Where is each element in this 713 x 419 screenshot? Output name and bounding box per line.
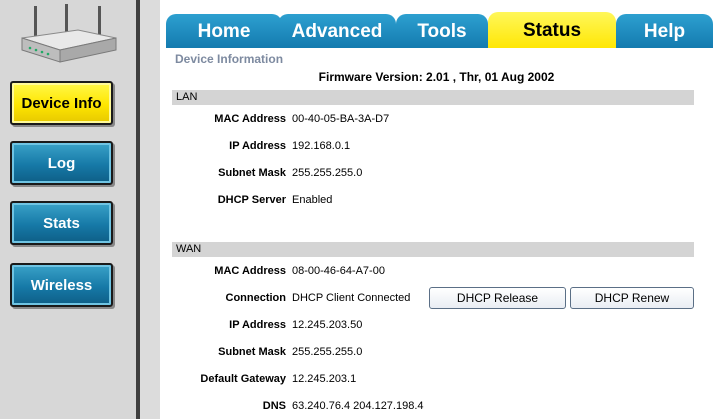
- tab-status[interactable]: Status: [488, 12, 616, 50]
- field-label: IP Address: [229, 319, 286, 331]
- field-label: MAC Address: [214, 113, 286, 125]
- wan-subnet-row: Subnet Mask 255.255.255.0: [160, 343, 713, 361]
- field-value: 192.168.0.1: [292, 140, 351, 152]
- tab-tools[interactable]: Tools: [396, 14, 488, 50]
- lan-header: LAN: [172, 90, 694, 105]
- field-label: IP Address: [229, 140, 286, 152]
- tab-label: Tools: [417, 21, 467, 42]
- field-label: Connection: [225, 292, 287, 304]
- router-icon: [21, 4, 117, 63]
- field-label: Default Gateway: [200, 373, 286, 385]
- tab-advanced[interactable]: Advanced: [278, 14, 396, 50]
- sidebar-item-device-info[interactable]: Device Info: [10, 81, 113, 125]
- field-value: 255.255.255.0: [292, 346, 363, 358]
- field-value: 255.255.255.0: [292, 167, 363, 179]
- field-value: DHCP Client Connected: [292, 292, 411, 304]
- tab-label: Home: [197, 21, 251, 42]
- top-tabs: Home Advanced Tools Status Help: [160, 10, 713, 50]
- wan-header: WAN: [172, 242, 694, 257]
- tab-label: Status: [522, 20, 582, 41]
- dhcp-release-button[interactable]: DHCP Release: [429, 287, 566, 309]
- lan-ip-row: IP Address 192.168.0.1: [160, 137, 713, 155]
- gutter: [140, 0, 160, 419]
- field-value: 63.240.76.4 204.127.198.4: [292, 400, 424, 412]
- field-label: MAC Address: [214, 265, 286, 277]
- wan-dns-row: DNS 63.240.76.4 204.127.198.4: [160, 397, 713, 415]
- tab-label: Advanced: [291, 21, 383, 42]
- sidebar-item-log[interactable]: Log: [10, 141, 113, 185]
- tab-help[interactable]: Help: [616, 14, 713, 50]
- wan-gateway-row: Default Gateway 12.245.203.1: [160, 370, 713, 388]
- tab-home[interactable]: Home: [166, 14, 282, 50]
- field-label: Subnet Mask: [218, 167, 286, 179]
- lan-mac-row: MAC Address 00-40-05-BA-3A-D7: [160, 110, 713, 128]
- lan-dhcp-row: DHCP Server Enabled: [160, 191, 713, 209]
- section-title: Device Information: [175, 52, 284, 66]
- dhcp-renew-button[interactable]: DHCP Renew: [570, 287, 694, 309]
- device-info-panel: Device Information Firmware Version: 2.0…: [160, 48, 713, 419]
- field-label: Subnet Mask: [218, 346, 286, 358]
- firmware-version: Firmware Version: 2.01 , Thr, 01 Aug 200…: [318, 70, 555, 84]
- sidebar-item-stats[interactable]: Stats: [10, 201, 113, 245]
- field-value: 12.245.203.1: [292, 373, 357, 385]
- field-value: Enabled: [292, 194, 333, 206]
- field-value: 00-40-05-BA-3A-D7: [292, 113, 390, 125]
- field-value: 12.245.203.50: [292, 319, 363, 331]
- sidebar-item-wireless[interactable]: Wireless: [10, 263, 113, 307]
- sidebar-item-label: Stats: [43, 214, 80, 232]
- wan-mac-row: MAC Address 08-00-46-64-A7-00: [160, 262, 713, 280]
- lan-subnet-row: Subnet Mask 255.255.255.0: [160, 164, 713, 182]
- tab-label: Help: [643, 21, 686, 42]
- sidebar-item-label: Log: [47, 154, 76, 172]
- sidebar-item-label: Device Info: [21, 94, 102, 112]
- field-label: DHCP Server: [217, 194, 286, 206]
- router-admin-page: Device Info Log Stats Wireless Home Adva…: [0, 0, 713, 419]
- sidebar-item-label: Wireless: [30, 276, 93, 294]
- wan-ip-row: IP Address 12.245.203.50: [160, 316, 713, 334]
- field-label: DNS: [262, 400, 286, 412]
- sidebar: Device Info Log Stats Wireless: [0, 0, 136, 419]
- field-value: 08-00-46-64-A7-00: [292, 265, 385, 277]
